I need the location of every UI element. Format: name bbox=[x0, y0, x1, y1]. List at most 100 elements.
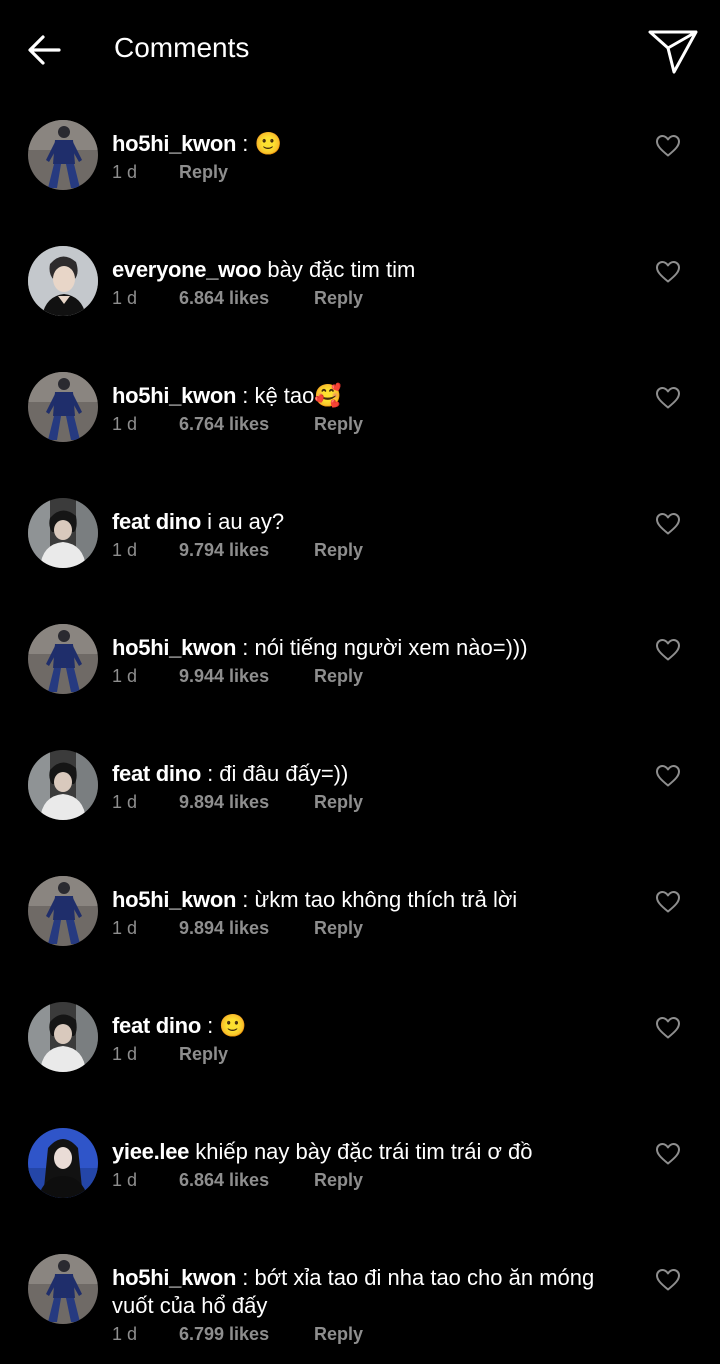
comment-line: feat dino : 🙂 bbox=[112, 1012, 632, 1040]
comment-username[interactable]: feat dino bbox=[112, 1013, 201, 1038]
like-button[interactable] bbox=[655, 1142, 681, 1166]
heart-icon bbox=[656, 639, 680, 661]
comment-username[interactable]: yiee.lee bbox=[112, 1139, 189, 1164]
comment-time: 1 d bbox=[112, 1044, 138, 1064]
comment-likes[interactable]: 9.894 likes bbox=[179, 916, 269, 940]
comment-text: khiếp nay bày đặc trái tim trái ơ đồ bbox=[189, 1139, 533, 1164]
like-button[interactable] bbox=[655, 764, 681, 788]
comment-likes[interactable]: 6.864 likes bbox=[179, 1168, 269, 1192]
avatar[interactable] bbox=[28, 246, 98, 316]
comment-body: ho5hi_kwon : 🙂 1 d Reply bbox=[112, 130, 632, 184]
comment-time: 1 d bbox=[112, 918, 138, 938]
comment-line: ho5hi_kwon : nói tiếng người xem nào=))) bbox=[112, 634, 632, 662]
avatar[interactable] bbox=[28, 624, 98, 694]
comment-likes[interactable]: 9.794 likes bbox=[179, 538, 269, 562]
comment-item: feat dino i au ay? 1 d 9.794 likes Reply bbox=[0, 498, 720, 608]
comment-username[interactable]: ho5hi_kwon bbox=[112, 1265, 236, 1290]
comment-meta: 1 d 9.894 likes Reply bbox=[112, 790, 632, 814]
avatar[interactable] bbox=[28, 876, 98, 946]
comment-item: feat dino : 🙂 1 d Reply bbox=[0, 1002, 720, 1112]
header-bar: Comments bbox=[0, 0, 720, 96]
comment-time: 1 d bbox=[112, 540, 138, 560]
comment-body: feat dino : đi đâu đấy=)) 1 d 9.894 likes R… bbox=[112, 760, 632, 814]
comment-time: 1 d bbox=[112, 666, 138, 686]
comment-likes[interactable]: 9.944 likes bbox=[179, 664, 269, 688]
avatar[interactable] bbox=[28, 1002, 98, 1072]
like-button[interactable] bbox=[655, 512, 681, 536]
comment-likes[interactable]: 6.799 likes bbox=[179, 1322, 269, 1346]
back-button[interactable] bbox=[22, 28, 66, 72]
comment-likes[interactable]: 9.894 likes bbox=[179, 790, 269, 814]
paper-plane-icon bbox=[648, 30, 698, 74]
avatar[interactable] bbox=[28, 372, 98, 442]
comment-username[interactable]: ho5hi_kwon bbox=[112, 635, 236, 660]
comment-time: 1 d bbox=[112, 288, 138, 308]
heart-icon bbox=[656, 1143, 680, 1165]
comment-likes[interactable]: 6.864 likes bbox=[179, 286, 269, 310]
reply-button[interactable]: Reply bbox=[314, 286, 363, 310]
comment-line: ho5hi_kwon : ừkm tao không thích trả lời bbox=[112, 886, 632, 914]
comment-meta: 1 d Reply bbox=[112, 160, 632, 184]
reply-button[interactable]: Reply bbox=[314, 664, 363, 688]
comment-item: everyone_woo bày đặc tim tim 1 d 6.864 lik… bbox=[0, 246, 720, 356]
comment-username[interactable]: everyone_woo bbox=[112, 257, 262, 282]
avatar[interactable] bbox=[28, 750, 98, 820]
comment-line: feat dino : đi đâu đấy=)) bbox=[112, 760, 632, 788]
reply-button[interactable]: Reply bbox=[179, 1042, 228, 1066]
comment-item: ho5hi_kwon : kệ tao🥰 1 d 6.764 likes Reply bbox=[0, 372, 720, 482]
reply-button[interactable]: Reply bbox=[314, 1168, 363, 1192]
comment-line: everyone_woo bày đặc tim tim bbox=[112, 256, 632, 284]
reply-button[interactable]: Reply bbox=[314, 412, 363, 436]
comment-body: ho5hi_kwon : kệ tao🥰 1 d 6.764 likes Reply bbox=[112, 382, 632, 436]
like-button[interactable] bbox=[655, 260, 681, 284]
reply-button[interactable]: Reply bbox=[179, 160, 228, 184]
comment-likes[interactable]: 6.764 likes bbox=[179, 412, 269, 436]
comment-username[interactable]: ho5hi_kwon bbox=[112, 887, 236, 912]
heart-icon bbox=[656, 513, 680, 535]
comment-line: ho5hi_kwon : bớt xỉa tao đi nha tao cho … bbox=[112, 1264, 632, 1320]
comment-meta: 1 d 9.894 likes Reply bbox=[112, 916, 632, 940]
comment-username[interactable]: feat dino bbox=[112, 761, 201, 786]
reply-button[interactable]: Reply bbox=[314, 538, 363, 562]
like-button[interactable] bbox=[655, 638, 681, 662]
heart-icon bbox=[656, 1269, 680, 1291]
comment-time: 1 d bbox=[112, 1324, 138, 1344]
comment-body: feat dino : 🙂 1 d Reply bbox=[112, 1012, 632, 1066]
comment-meta: 1 d 9.794 likes Reply bbox=[112, 538, 632, 562]
like-button[interactable] bbox=[655, 134, 681, 158]
comment-body: ho5hi_kwon : bớt xỉa tao đi nha tao cho … bbox=[112, 1264, 632, 1346]
comment-username[interactable]: ho5hi_kwon bbox=[112, 383, 236, 408]
heart-icon bbox=[656, 765, 680, 787]
comment-line: yiee.lee khiếp nay bày đặc trái tim trái… bbox=[112, 1138, 632, 1166]
comment-line: ho5hi_kwon : kệ tao🥰 bbox=[112, 382, 632, 410]
comment-meta: 1 d Reply bbox=[112, 1042, 632, 1066]
comment-meta: 1 d 6.764 likes Reply bbox=[112, 412, 632, 436]
share-button[interactable] bbox=[644, 24, 702, 78]
comment-username[interactable]: ho5hi_kwon bbox=[112, 131, 236, 156]
avatar[interactable] bbox=[28, 1128, 98, 1198]
like-button[interactable] bbox=[655, 386, 681, 410]
avatar[interactable] bbox=[28, 120, 98, 190]
comment-username[interactable]: feat dino bbox=[112, 509, 201, 534]
comment-body: ho5hi_kwon : ừkm tao không thích trả lời… bbox=[112, 886, 632, 940]
comment-body: feat dino i au ay? 1 d 9.794 likes Reply bbox=[112, 508, 632, 562]
like-button[interactable] bbox=[655, 890, 681, 914]
avatar[interactable] bbox=[28, 1254, 98, 1324]
like-button[interactable] bbox=[655, 1268, 681, 1292]
reply-button[interactable]: Reply bbox=[314, 1322, 363, 1346]
reply-button[interactable]: Reply bbox=[314, 916, 363, 940]
heart-icon bbox=[656, 261, 680, 283]
page-title: Comments bbox=[114, 32, 250, 63]
comment-text: bày đặc tim tim bbox=[261, 257, 416, 282]
reply-button[interactable]: Reply bbox=[314, 790, 363, 814]
comment-text: : ừkm tao không thích trả lời bbox=[236, 887, 518, 912]
comment-text: : 🙂 bbox=[200, 1013, 247, 1038]
comment-meta: 1 d 6.799 likes Reply bbox=[112, 1322, 632, 1346]
avatar[interactable] bbox=[28, 498, 98, 568]
comment-meta: 1 d 9.944 likes Reply bbox=[112, 664, 632, 688]
comment-text: : 🙂 bbox=[236, 131, 282, 156]
like-button[interactable] bbox=[655, 1016, 681, 1040]
comment-meta: 1 d 6.864 likes Reply bbox=[112, 286, 632, 310]
comment-item: ho5hi_kwon : ừkm tao không thích trả lời… bbox=[0, 876, 720, 986]
comment-body: yiee.lee khiếp nay bày đặc trái tim trái… bbox=[112, 1138, 632, 1192]
